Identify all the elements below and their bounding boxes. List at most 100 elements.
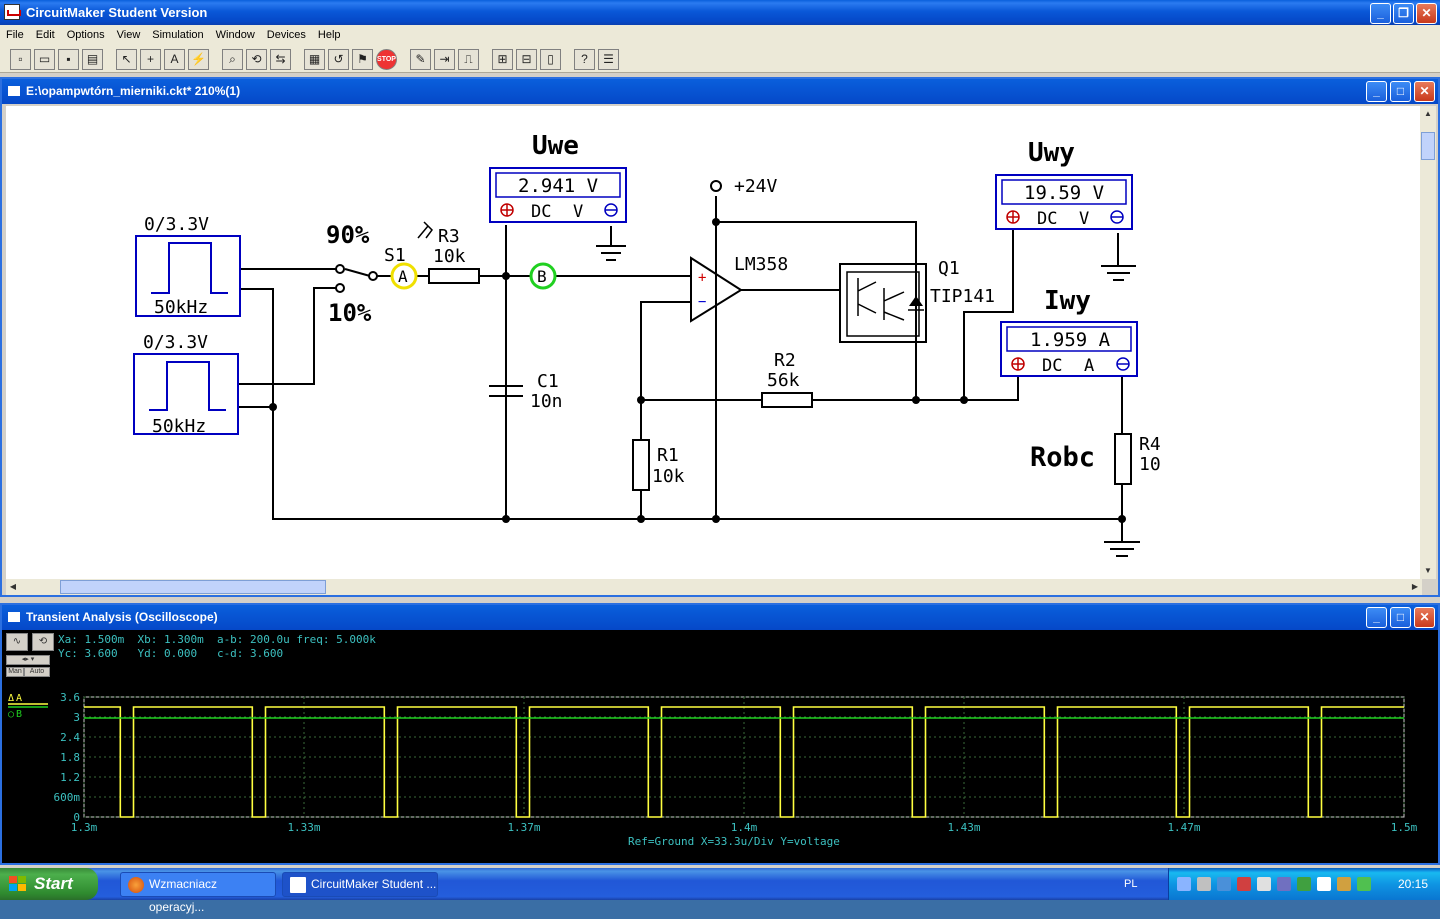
circuit-maximize-button[interactable]: □	[1390, 81, 1411, 102]
restore-button[interactable]: ❐	[1393, 3, 1414, 24]
legend-b: B	[16, 709, 22, 720]
save-icon[interactable]: ▪	[58, 49, 79, 70]
tray-app-icon[interactable]	[1317, 877, 1331, 891]
vertical-scroll-thumb[interactable]	[1421, 132, 1435, 160]
scope-close-button[interactable]: ✕	[1414, 607, 1435, 628]
menu-bar: File Edit Options View Simulation Window Devic…	[0, 25, 1440, 45]
uwe-title: Uwe	[532, 131, 579, 161]
app-window: CircuitMaker Student Version _ ❐ ✕ File E…	[0, 0, 1440, 868]
wire-feedback	[641, 366, 1019, 401]
menu-simulation[interactable]: Simulation	[146, 25, 209, 45]
tray-app-icon[interactable]	[1277, 877, 1291, 891]
tray-app-icon[interactable]	[1337, 877, 1351, 891]
zoom-icon[interactable]: ⌕	[222, 49, 243, 70]
wire-tool-icon[interactable]: +	[140, 49, 161, 70]
app-title-bar[interactable]: CircuitMaker Student Version _ ❐ ✕	[0, 0, 1440, 25]
ground-icon	[1104, 519, 1140, 557]
task-firefox-label: Wzmacniacz operacyj...	[149, 877, 218, 914]
toolbar: ▫ ▭ ▪ ▤ ↖ + A ⚡ ⌕ ⟲ ⇆ ▦ ↺ ⚑ STOP ✎ ⇥ ⎍ ⊞…	[0, 45, 1440, 73]
start-label: Start	[34, 874, 73, 893]
menu-view[interactable]: View	[111, 25, 147, 45]
menu-edit[interactable]: Edit	[30, 25, 61, 45]
menu-window[interactable]: Window	[210, 25, 261, 45]
schematic-canvas[interactable]: 0/3.3V 50kHz 0/3.3V 50kHz 90% 10% S1 A B…	[6, 106, 1422, 579]
probe-icon[interactable]: ✎	[410, 49, 431, 70]
network-icon[interactable]	[1177, 877, 1191, 891]
scope-window-title-bar[interactable]: Transient Analysis (Oscilloscope) _ □ ✕	[2, 605, 1438, 630]
uwe-value: 2.941 V	[518, 175, 598, 197]
circuit-window-title-bar[interactable]: E:\opampwtórn_mierniki.ckt* 210%(1) _ □ …	[2, 79, 1438, 104]
probe-tool-icon[interactable]: ⚡	[188, 49, 209, 70]
scope-y-tick: 600m	[54, 791, 81, 804]
print-icon[interactable]: ▤	[82, 49, 103, 70]
tray-app-icon[interactable]	[1297, 877, 1311, 891]
document-icon	[8, 612, 20, 622]
resistor-r1	[632, 439, 650, 491]
circuit-minimize-button[interactable]: _	[1366, 81, 1387, 102]
junction	[502, 272, 510, 280]
grid-icon[interactable]: ⊞	[492, 49, 513, 70]
tray-app-icon[interactable]	[1257, 877, 1271, 891]
menu-file[interactable]: File	[0, 25, 30, 45]
stop-icon[interactable]: STOP	[376, 49, 397, 70]
page-icon[interactable]: ▯	[540, 49, 561, 70]
open-folder-icon[interactable]: ▭	[34, 49, 55, 70]
start-button[interactable]: Start	[0, 868, 98, 900]
junction	[712, 218, 720, 226]
circuit-window: E:\opampwtórn_mierniki.ckt* 210%(1) _ □ …	[0, 77, 1440, 597]
tray-app-icon[interactable]	[1217, 877, 1231, 891]
antivirus-icon[interactable]	[1237, 877, 1251, 891]
wire	[239, 287, 339, 385]
settings-icon[interactable]: ☰	[598, 49, 619, 70]
junction	[960, 396, 968, 404]
reset-icon[interactable]: ↺	[328, 49, 349, 70]
waveform-icon[interactable]: ⎍	[458, 49, 479, 70]
flip-icon[interactable]: ⇆	[270, 49, 291, 70]
help-icon[interactable]: ?	[574, 49, 595, 70]
task-circuitmaker[interactable]: CircuitMaker Student ...	[282, 872, 438, 897]
minimize-button[interactable]: _	[1370, 3, 1391, 24]
new-file-icon[interactable]: ▫	[10, 49, 31, 70]
scroll-down-icon[interactable]: ▼	[1421, 563, 1435, 579]
pulse-waveform-icon	[149, 361, 226, 411]
circuit-horizontal-scrollbar[interactable]: ◀ ▶	[6, 579, 1422, 595]
ground-icon	[1101, 265, 1136, 281]
circuit-vertical-scrollbar[interactable]: ▲ ▼	[1420, 106, 1436, 579]
tray-app-icon[interactable]	[1197, 877, 1211, 891]
horizontal-scroll-thumb[interactable]	[60, 580, 326, 594]
menu-help[interactable]: Help	[312, 25, 347, 45]
scope-minimize-button[interactable]: _	[1366, 607, 1387, 628]
iwy-mode: DC	[1042, 356, 1062, 376]
arrow-tool-icon[interactable]: ↖	[116, 49, 137, 70]
probe-pen-icon	[417, 221, 433, 239]
scroll-left-icon[interactable]: ◀	[6, 579, 20, 595]
diode-symbol	[909, 296, 923, 306]
scope-window-title: Transient Analysis (Oscilloscope)	[26, 610, 218, 624]
close-button[interactable]: ✕	[1416, 3, 1437, 24]
menu-devices[interactable]: Devices	[261, 25, 312, 45]
menu-options[interactable]: Options	[61, 25, 111, 45]
volume-icon[interactable]	[1357, 877, 1371, 891]
iwy-title: Iwy	[1044, 286, 1091, 316]
text-tool-icon[interactable]: A	[164, 49, 185, 70]
uwy-mode: DC	[1037, 209, 1057, 229]
r2-name: R2	[774, 350, 796, 371]
circuitmaker-icon	[4, 4, 21, 20]
scope-maximize-button[interactable]: □	[1390, 607, 1411, 628]
legend-a: A	[16, 693, 22, 704]
bus-icon[interactable]: ⊟	[516, 49, 537, 70]
source-1-label: 0/3.3V	[144, 214, 209, 235]
circuit-close-button[interactable]: ✕	[1414, 81, 1435, 102]
trace-icon[interactable]: ⇥	[434, 49, 455, 70]
rotate-icon[interactable]: ⟲	[246, 49, 267, 70]
scroll-right-icon[interactable]: ▶	[1408, 579, 1422, 595]
resistor-r3	[428, 268, 480, 284]
scroll-up-icon[interactable]: ▲	[1421, 106, 1435, 122]
language-indicator[interactable]: PL	[1124, 868, 1137, 900]
circuitmaker-task-icon	[290, 877, 306, 893]
scope-display[interactable]: ∿ ⟲ ◂▸ ▾ Man Auto Xa: 1.500m Xb: 1.300m …	[4, 631, 1436, 863]
component-icon[interactable]: ▦	[304, 49, 325, 70]
task-firefox[interactable]: Wzmacniacz operacyj...	[120, 872, 276, 914]
step-icon[interactable]: ⚑	[352, 49, 373, 70]
clock[interactable]: 20:15	[1398, 868, 1428, 900]
